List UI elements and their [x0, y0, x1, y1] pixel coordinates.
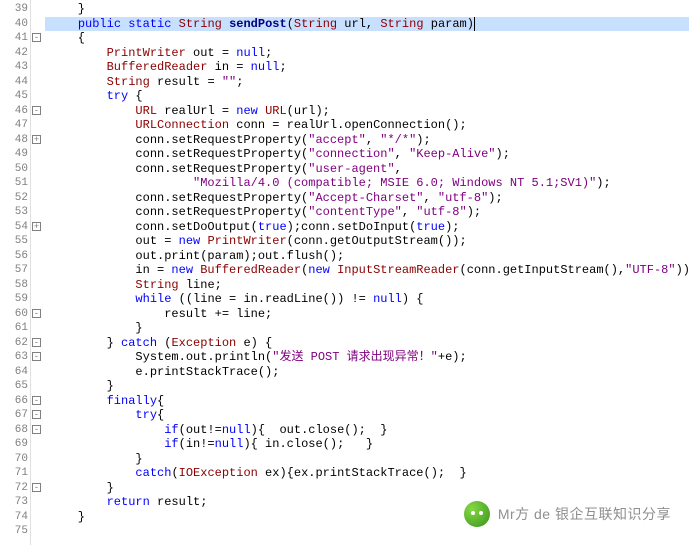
fold-toggle-icon[interactable]: -	[32, 352, 41, 361]
code-line: conn.setRequestProperty("contentType", "…	[45, 205, 689, 220]
fold-toggle-icon[interactable]: -	[32, 309, 41, 318]
code-line: }	[45, 452, 689, 467]
code-line: catch(IOException ex){ex.printStackTrace…	[45, 466, 689, 481]
fold-toggle-icon[interactable]: -	[32, 338, 41, 347]
line-number: 66	[0, 394, 30, 409]
line-number: 63	[0, 350, 30, 365]
line-number: 45	[0, 89, 30, 104]
code-line: if(out!=null){ out.close(); }	[45, 423, 689, 438]
code-line: {	[45, 31, 689, 46]
line-number: 65	[0, 379, 30, 394]
line-number: 73	[0, 495, 30, 510]
code-line: BufferedReader in = null;	[45, 60, 689, 75]
line-number: 52	[0, 191, 30, 206]
code-line: conn.setRequestProperty("accept", "*/*")…	[45, 133, 689, 148]
code-line: public static String sendPost(String url…	[45, 17, 689, 32]
fold-toggle-icon[interactable]: -	[32, 483, 41, 492]
line-number: 68	[0, 423, 30, 438]
line-number: 71	[0, 466, 30, 481]
code-line: }	[45, 481, 689, 496]
line-number: 70	[0, 452, 30, 467]
code-line: conn.setDoOutput(true);conn.setDoInput(t…	[45, 220, 689, 235]
line-number: 54	[0, 220, 30, 235]
code-line: while ((line = in.readLine()) != null) {	[45, 292, 689, 307]
fold-toggle-icon[interactable]: -	[32, 410, 41, 419]
fold-toggle-icon[interactable]: -	[32, 425, 41, 434]
code-line: "Mozilla/4.0 (compatible; MSIE 6.0; Wind…	[45, 176, 689, 191]
line-number: 61	[0, 321, 30, 336]
line-number: 56	[0, 249, 30, 264]
line-number: 74	[0, 510, 30, 525]
code-line: }	[45, 321, 689, 336]
line-number: 57	[0, 263, 30, 278]
line-number: 41	[0, 31, 30, 46]
code-line: URL realUrl = new URL(url);	[45, 104, 689, 119]
code-line: }	[45, 379, 689, 394]
code-line: conn.setRequestProperty("connection", "K…	[45, 147, 689, 162]
line-number: 67	[0, 408, 30, 423]
code-line: } catch (Exception e) {	[45, 336, 689, 351]
code-line: conn.setRequestProperty("Accept-Charset"…	[45, 191, 689, 206]
code-line: }	[45, 2, 689, 17]
fold-toggle-icon[interactable]: -	[32, 33, 41, 42]
code-line: try{	[45, 408, 689, 423]
line-number: 62	[0, 336, 30, 351]
code-line: PrintWriter out = null;	[45, 46, 689, 61]
fold-toggle-icon[interactable]: +	[32, 135, 41, 144]
fold-toggle-icon[interactable]: +	[32, 222, 41, 231]
code-line: conn.setRequestProperty("user-agent",	[45, 162, 689, 177]
line-number: 59	[0, 292, 30, 307]
code-area[interactable]: } public static String sendPost(String u…	[45, 0, 689, 545]
code-line: out = new PrintWriter(conn.getOutputStre…	[45, 234, 689, 249]
code-line: String result = "";	[45, 75, 689, 90]
line-number: 43	[0, 60, 30, 75]
code-line: result += line;	[45, 307, 689, 322]
line-number: 75	[0, 524, 30, 539]
code-line: if(in!=null){ in.close(); }	[45, 437, 689, 452]
fold-toggle-icon[interactable]: -	[32, 396, 41, 405]
line-number: 60	[0, 307, 30, 322]
line-number: 53	[0, 205, 30, 220]
code-line: finally{	[45, 394, 689, 409]
code-line: out.print(param);out.flush();	[45, 249, 689, 264]
line-number: 44	[0, 75, 30, 90]
watermark: Mr方 de 银企互联知识分享	[464, 501, 671, 527]
line-number: 46	[0, 104, 30, 119]
line-number: 50	[0, 162, 30, 177]
line-number: 69	[0, 437, 30, 452]
code-line: try {	[45, 89, 689, 104]
line-number: 55	[0, 234, 30, 249]
code-line: e.printStackTrace();	[45, 365, 689, 380]
line-number: 64	[0, 365, 30, 380]
line-number: 58	[0, 278, 30, 293]
line-number: 72	[0, 481, 30, 496]
wechat-icon	[464, 501, 490, 527]
code-editor: 3940414243444546474849505152535455565758…	[0, 0, 689, 545]
line-number: 40	[0, 17, 30, 32]
fold-column[interactable]: - - + + - - - - - - -	[31, 0, 45, 545]
line-number: 51	[0, 176, 30, 191]
line-number-gutter: 3940414243444546474849505152535455565758…	[0, 0, 31, 545]
watermark-text: Mr方 de 银企互联知识分享	[498, 504, 671, 524]
line-number: 47	[0, 118, 30, 133]
line-number: 39	[0, 2, 30, 17]
line-number: 48	[0, 133, 30, 148]
code-line: in = new BufferedReader(new InputStreamR…	[45, 263, 689, 278]
code-line: String line;	[45, 278, 689, 293]
code-line: System.out.println("发送 POST 请求出现异常！"+e);	[45, 350, 689, 365]
line-number: 49	[0, 147, 30, 162]
fold-toggle-icon[interactable]: -	[32, 106, 41, 115]
line-number: 42	[0, 46, 30, 61]
code-line: URLConnection conn = realUrl.openConnect…	[45, 118, 689, 133]
